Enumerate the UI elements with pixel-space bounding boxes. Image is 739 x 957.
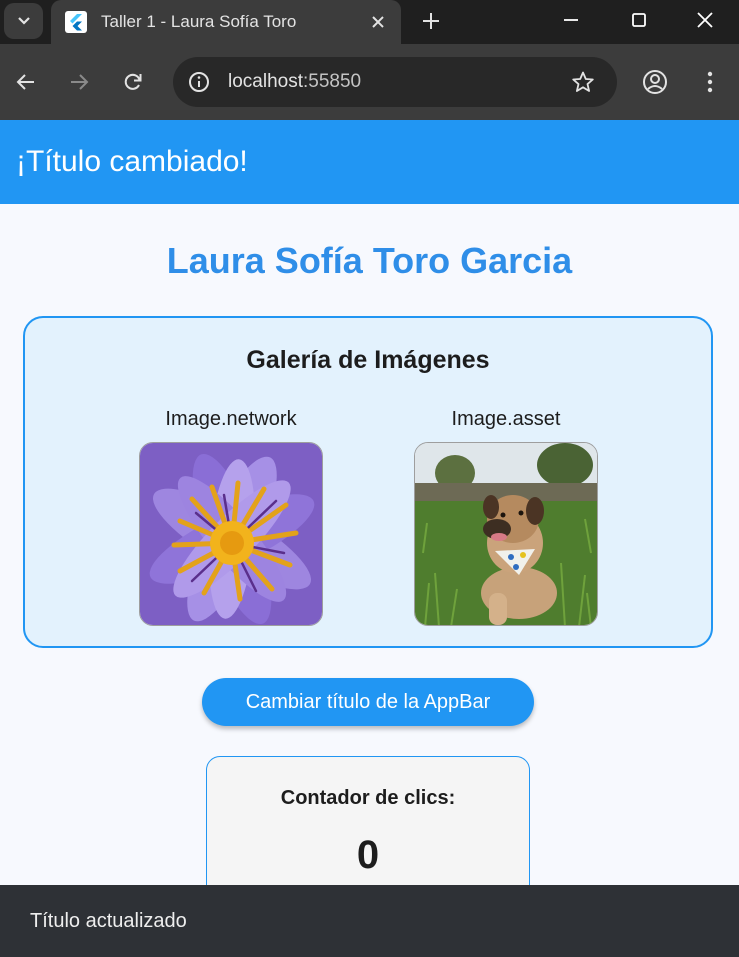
kebab-menu-icon bbox=[707, 71, 713, 93]
maximize-icon bbox=[632, 13, 646, 27]
arrow-left-icon bbox=[16, 74, 34, 90]
forward-button[interactable] bbox=[61, 64, 97, 100]
image-gallery-card: Galería de Imágenes Image.network Image.… bbox=[23, 316, 713, 648]
minimize-button[interactable] bbox=[537, 0, 605, 40]
snackbar: Título actualizado bbox=[0, 885, 739, 957]
flower-image bbox=[140, 443, 322, 625]
page-title: Laura Sofía Toro Garcia bbox=[166, 240, 573, 281]
url-host: localhost bbox=[228, 71, 303, 92]
close-icon bbox=[697, 12, 713, 28]
new-tab-button[interactable] bbox=[413, 3, 449, 39]
profile-button[interactable] bbox=[637, 64, 673, 100]
counter-label: Contador de clics: bbox=[280, 787, 456, 809]
star-icon bbox=[572, 71, 594, 92]
flutter-icon bbox=[65, 11, 87, 33]
maximize-button[interactable] bbox=[605, 0, 673, 40]
asset-image-column: Image.asset bbox=[414, 408, 598, 626]
network-image-label: Image.network bbox=[165, 408, 297, 430]
tab-close-button[interactable] bbox=[361, 5, 395, 39]
snackbar-message: Título actualizado bbox=[30, 909, 187, 932]
app-bar-title: ¡Título cambiado! bbox=[16, 145, 248, 178]
url-text: localhost:55850 bbox=[228, 71, 565, 93]
url-port: :55850 bbox=[303, 71, 362, 92]
change-title-button[interactable]: Cambiar título de la AppBar bbox=[202, 678, 534, 726]
gallery-title: Galería de Imágenes bbox=[246, 346, 490, 374]
plus-icon bbox=[423, 13, 439, 29]
tab-title: Taller 1 - Laura Sofía Toro bbox=[101, 12, 297, 31]
app-bar: ¡Título cambiado! bbox=[0, 120, 739, 204]
page-content: Laura Sofía Toro Garcia Galería de Imáge… bbox=[0, 204, 739, 957]
counter-value: 0 bbox=[356, 833, 380, 877]
minimize-icon bbox=[564, 19, 578, 21]
chevron-down-icon bbox=[17, 17, 30, 25]
browser-tab-strip: Taller 1 - Laura Sofía Toro bbox=[0, 0, 739, 44]
network-image bbox=[139, 442, 323, 626]
info-icon bbox=[189, 72, 209, 92]
browser-toolbar: localhost:55850 bbox=[0, 44, 739, 120]
back-button[interactable] bbox=[8, 64, 44, 100]
reload-button[interactable] bbox=[115, 64, 151, 100]
tab-search-button[interactable] bbox=[4, 3, 43, 39]
network-image-column: Image.network bbox=[139, 408, 323, 626]
arrow-right-icon bbox=[71, 74, 89, 90]
asset-image-label: Image.asset bbox=[451, 408, 561, 430]
close-window-button[interactable] bbox=[671, 0, 739, 40]
bookmark-button[interactable] bbox=[565, 64, 601, 100]
menu-button[interactable] bbox=[692, 64, 728, 100]
account-icon bbox=[643, 70, 667, 94]
dog-image bbox=[415, 443, 597, 625]
address-bar[interactable]: localhost:55850 bbox=[173, 57, 617, 107]
site-info-button[interactable] bbox=[184, 67, 214, 97]
reload-icon bbox=[124, 73, 142, 90]
browser-tab[interactable]: Taller 1 - Laura Sofía Toro bbox=[51, 0, 401, 44]
asset-image bbox=[414, 442, 598, 626]
close-icon bbox=[372, 16, 384, 28]
